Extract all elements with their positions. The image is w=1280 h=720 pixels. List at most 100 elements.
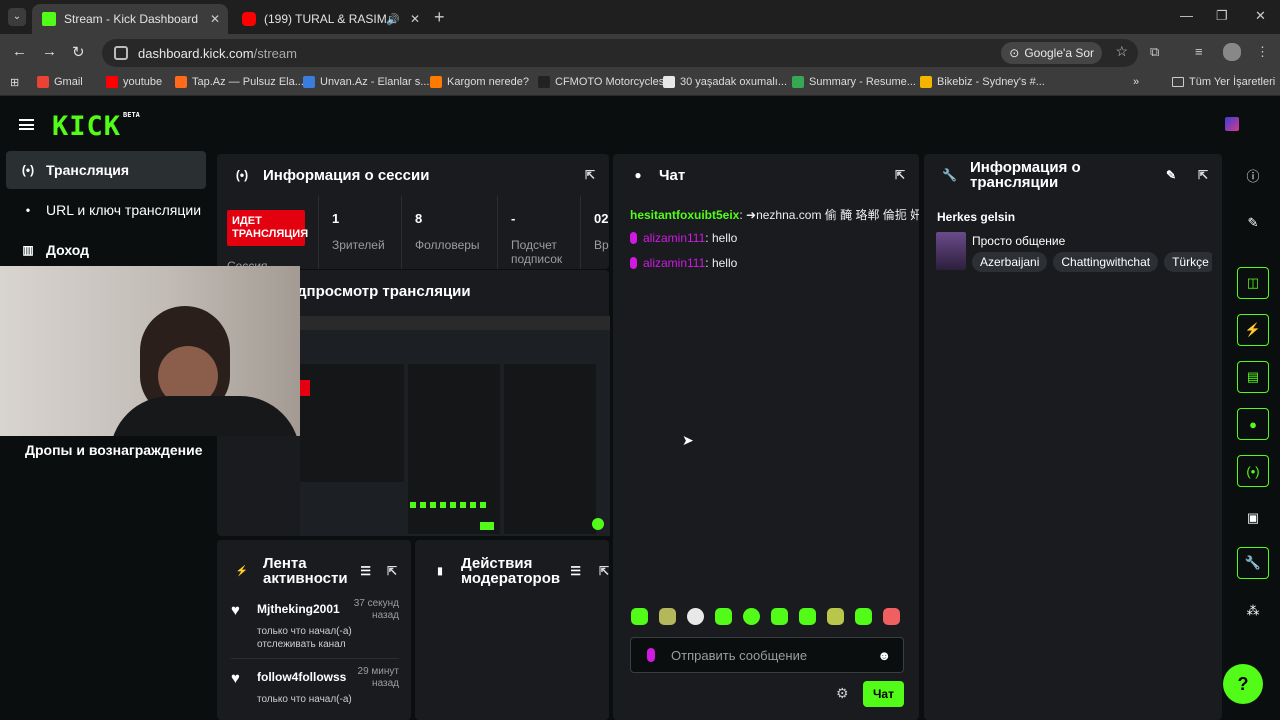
bookmark-item[interactable]: 30 yaşadak oxumalı...	[663, 76, 787, 88]
sidebar-item-stream[interactable]: (•) Трансляция	[6, 151, 206, 189]
close-tab-icon[interactable]: ✕	[210, 12, 220, 26]
browser-tab-bar: ⌄ Stream - Kick Dashboard ✕ (199) TURAL …	[0, 0, 1280, 34]
menu-icon[interactable]: ⋮	[1256, 44, 1272, 60]
popout-icon[interactable]: ⇱	[1198, 168, 1208, 183]
chat-username[interactable]: alizamin111	[643, 231, 705, 245]
minimize-button[interactable]: —	[1180, 8, 1193, 23]
stat-value: 8	[415, 211, 423, 226]
profile-avatar[interactable]	[1223, 43, 1241, 61]
emote-icon[interactable]	[743, 608, 760, 625]
close-tab-icon[interactable]: ✕	[410, 12, 420, 26]
bookmark-item[interactable]: Unvan.Az - Elanlar s...	[303, 76, 429, 88]
broadcast-icon[interactable]: (•)	[1237, 455, 1269, 487]
stream-preview-video[interactable]	[300, 316, 610, 536]
youtube-favicon-icon	[242, 12, 256, 26]
stat-value: -	[511, 211, 516, 226]
emote-icon[interactable]	[659, 608, 676, 625]
maximize-button[interactable]: ❐	[1216, 8, 1228, 24]
logo-text: KICK	[52, 111, 122, 142]
chat-settings-icon[interactable]: ⚙	[836, 685, 849, 702]
google-search-chip[interactable]: ⊙ Google'a Sor	[1001, 42, 1102, 64]
popout-icon[interactable]: ⇱	[599, 564, 609, 579]
tag-chip[interactable]: Chattingwithchat	[1053, 252, 1159, 272]
back-button[interactable]: ←	[12, 43, 27, 60]
bookmark-item[interactable]: Gmail	[37, 76, 83, 88]
popout-icon[interactable]: ⇱	[895, 168, 905, 182]
kick-logo[interactable]: KICK BETA	[52, 111, 140, 142]
emote-icon[interactable]	[631, 608, 648, 625]
stat-label: Вр	[594, 238, 609, 252]
browser-toolbar: ← → ↻ dashboard.kick.com/stream ⊙ Google'…	[0, 34, 1280, 72]
chat-message: hesitantfoxuibt5eix: ➜nezhna.com 偷 醃 珞郸 …	[630, 206, 919, 223]
bookmark-item[interactable]: Kargom nerede?	[430, 76, 529, 88]
heart-icon: ♥	[231, 670, 240, 687]
chat-username[interactable]: hesitantfoxuibt5eix	[630, 208, 739, 222]
close-window-button[interactable]: ✕	[1255, 8, 1266, 24]
send-chat-button[interactable]: Чат	[863, 681, 904, 707]
chat-bubble-icon[interactable]: ●	[1237, 408, 1269, 440]
emoji-icon[interactable]: ☻	[877, 648, 891, 663]
preview-live-badge	[300, 380, 310, 396]
bookmark-item[interactable]: CFMOTO Motorcycles	[538, 76, 664, 88]
dot-icon: •	[25, 203, 31, 217]
emote-icon[interactable]	[771, 608, 788, 625]
video-icon[interactable]: ▣	[1237, 502, 1269, 534]
filter-icon[interactable]: ☰	[360, 564, 371, 579]
emote-icon[interactable]	[687, 608, 704, 625]
category-thumbnail[interactable]	[936, 232, 966, 270]
sidebar-item-drops[interactable]: Дропы и вознаграждение	[25, 431, 225, 469]
emote-icon[interactable]	[827, 608, 844, 625]
speaker-icon[interactable]: 🔊	[386, 13, 400, 26]
edit-icon[interactable]: ✎	[1166, 168, 1176, 183]
lightning-icon[interactable]: ⚡	[1237, 314, 1269, 346]
category-name[interactable]: Просто общение	[972, 234, 1065, 248]
tag-chip[interactable]: Azerbaijani	[972, 252, 1048, 272]
bookmark-item[interactable]: Summary - Resume...	[792, 76, 916, 88]
chat-input[interactable]: Отправить сообщение ☻	[630, 637, 904, 673]
bookmark-item[interactable]: Bikebiz - Sydney's #...	[920, 76, 1045, 88]
screenshot-icon[interactable]: ◫	[1237, 267, 1269, 299]
help-headset-button[interactable]: ?	[1223, 664, 1263, 704]
more-bookmarks-button[interactable]: »	[1133, 76, 1139, 88]
tab-kick-dashboard[interactable]: Stream - Kick Dashboard ✕	[32, 4, 228, 34]
popout-icon[interactable]: ⇱	[387, 564, 397, 579]
tab-title: (199) TURAL & RASIM - Ma	[264, 12, 394, 26]
media-controls-icon[interactable]: ≡	[1195, 44, 1211, 60]
sidebar-item-url-key[interactable]: • URL и ключ трансляции	[6, 191, 206, 229]
mic-badge-icon	[630, 257, 637, 269]
emote-icon[interactable]	[715, 608, 732, 625]
mouse-cursor-icon: ➤	[682, 432, 694, 448]
user-avatar[interactable]	[1225, 117, 1239, 131]
emote-icon[interactable]	[855, 608, 872, 625]
beta-badge: BETA	[123, 111, 140, 119]
share-icon[interactable]: ⁂	[1237, 595, 1269, 627]
tag-chip[interactable]: Türkçe	[1164, 252, 1212, 272]
apps-grid-icon[interactable]: ⊞	[10, 76, 19, 89]
popout-icon[interactable]: ⇱	[585, 168, 595, 182]
new-tab-button[interactable]: +	[434, 7, 445, 28]
forward-button[interactable]: →	[42, 43, 57, 60]
filter-icon[interactable]: ☰	[570, 564, 581, 579]
bookmark-item[interactable]: youtube	[106, 76, 162, 88]
chat-username[interactable]: alizamin111	[643, 256, 705, 270]
site-info-icon[interactable]	[114, 46, 128, 60]
sidebar-item-revenue[interactable]: ▥ Доход	[6, 231, 206, 269]
preview-send-button	[480, 522, 494, 530]
hamburger-menu-icon[interactable]	[19, 119, 34, 130]
tab-youtube[interactable]: (199) TURAL & RASIM - Ma 🔊 ✕	[232, 4, 428, 34]
emote-icon[interactable]	[883, 608, 900, 625]
tab-search-button[interactable]: ⌄	[8, 8, 26, 26]
emote-icon[interactable]	[799, 608, 816, 625]
bookmark-star-icon[interactable]: ☆	[1115, 43, 1128, 60]
extensions-icon[interactable]: ⧉	[1150, 44, 1166, 60]
bookmark-item[interactable]: Tap.Az — Pulsuz Ela...	[175, 76, 304, 88]
notes-icon[interactable]: ▤	[1237, 361, 1269, 393]
all-bookmarks-folder[interactable]: Tüm Yer İşaretleri	[1172, 76, 1275, 88]
bookmark-favicon-icon	[792, 76, 804, 88]
edit-icon[interactable]: ✎	[1237, 207, 1269, 239]
address-bar[interactable]: dashboard.kick.com/stream ⊙ Google'a Sor …	[102, 39, 1138, 67]
bookmark-favicon-icon	[663, 76, 675, 88]
reload-button[interactable]: ↻	[72, 43, 85, 61]
wrench-icon[interactable]: 🔧	[1237, 547, 1269, 579]
info-icon[interactable]: ⓘ	[1237, 159, 1269, 191]
